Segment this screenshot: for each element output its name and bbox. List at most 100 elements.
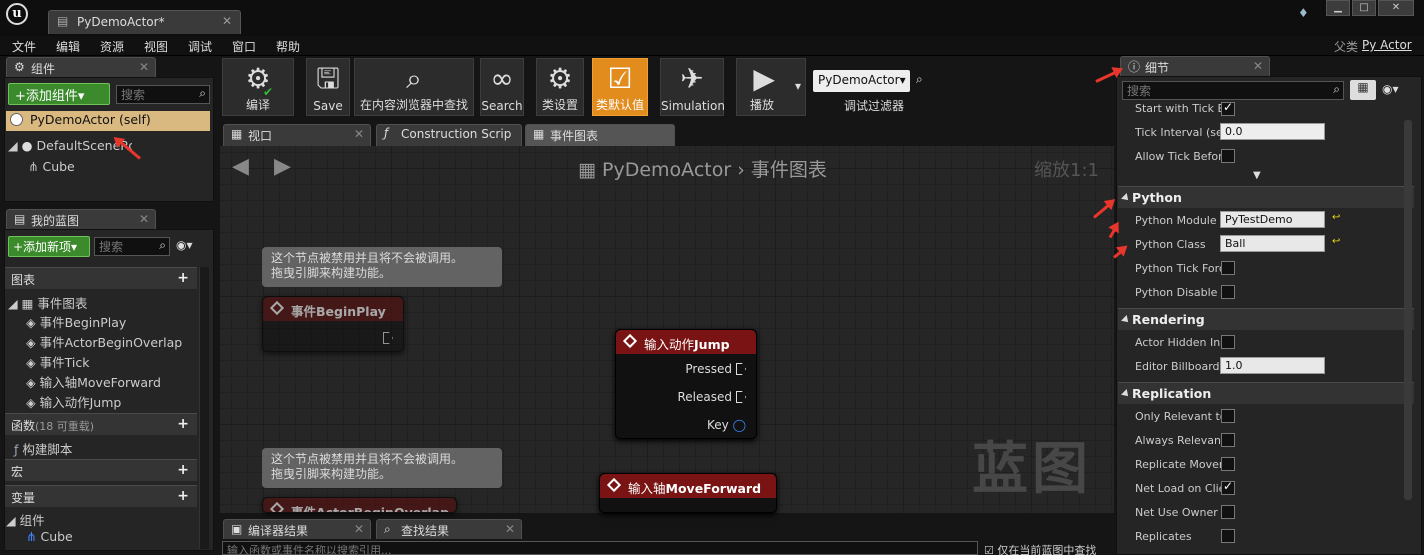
source-control-icon[interactable]: ♦: [1298, 6, 1309, 20]
document-tab[interactable]: ▤ PyDemoActor* ✕: [48, 10, 241, 34]
debug-object-select[interactable]: PyDemoActor▾: [813, 70, 910, 92]
close-find-icon[interactable]: ✕: [505, 522, 515, 536]
menu-help[interactable]: 帮助: [276, 38, 300, 55]
advanced-expand-icon[interactable]: ▼: [1253, 170, 1261, 181]
component-self-item[interactable]: PyDemoActor (self): [6, 111, 210, 131]
compile-button[interactable]: ⚙ ✔ 编译: [222, 58, 294, 116]
play-dropdown-icon[interactable]: ▾: [795, 79, 801, 93]
menu-file[interactable]: 文件: [12, 38, 36, 55]
eye-view-options-icon[interactable]: ◉▾: [176, 238, 193, 252]
menu-debug[interactable]: 调试: [188, 38, 212, 55]
add-function-icon[interactable]: +: [177, 416, 189, 432]
python-class-field[interactable]: Ball: [1220, 235, 1325, 252]
expand-arrow-icon[interactable]: ◢: [6, 513, 16, 528]
node-input-action-jump[interactable]: 输入动作Jump Pressed Released Key ◯: [615, 329, 757, 439]
tab-viewport[interactable]: ▦ 视口 ✕: [223, 124, 371, 146]
python-module-field[interactable]: PyTestDemo: [1220, 211, 1325, 228]
parent-class-link[interactable]: Py Actor: [1362, 38, 1412, 52]
blueprint-scrollbar[interactable]: [199, 267, 209, 549]
close-window-button[interactable]: ✕: [1378, 0, 1414, 16]
forward-arrow-icon[interactable]: ▶: [274, 154, 291, 179]
node-input-axis-moveforward[interactable]: 输入轴MoveForward: [599, 473, 777, 513]
released-pin[interactable]: Released: [677, 390, 746, 404]
close-tab-icon[interactable]: ✕: [222, 14, 232, 28]
browse-button[interactable]: ⌕ 在内容浏览器中查找: [354, 58, 474, 116]
macros-header[interactable]: 宏 +: [5, 459, 197, 481]
reset-default-icon[interactable]: ↩: [1332, 236, 1340, 247]
rendering-section-header[interactable]: Rendering: [1118, 308, 1414, 330]
event-item[interactable]: ◈ 输入轴MoveForward: [26, 373, 182, 393]
python-disable-autotick-checkbox[interactable]: [1221, 285, 1235, 299]
search-button[interactable]: ∞ Search: [480, 58, 524, 116]
node-event-overlap[interactable]: 事件ActorBeginOverlap: [262, 497, 457, 513]
eye-view-options-icon[interactable]: ◉▾: [1382, 82, 1399, 96]
event-item[interactable]: ◈ 事件Tick: [26, 353, 182, 373]
play-button[interactable]: ▶ ▾ 播放: [736, 58, 806, 116]
details-tab[interactable]: ⓘ 细节 ✕: [1120, 56, 1270, 76]
functions-header[interactable]: 函数(18 可重载) +: [5, 413, 197, 435]
tick-before-beginplay-checkbox[interactable]: [1221, 149, 1235, 163]
replicates-checkbox[interactable]: [1221, 529, 1235, 543]
tab-event-graph[interactable]: ▦ 事件图表: [525, 124, 675, 146]
components-tab[interactable]: ⚙ 组件 ✕: [6, 57, 156, 77]
add-variable-icon[interactable]: +: [177, 488, 189, 504]
only-relevant-owner-checkbox[interactable]: [1221, 409, 1235, 423]
close-my-blueprint-icon[interactable]: ✕: [139, 212, 149, 226]
maximize-button[interactable]: □: [1352, 0, 1376, 16]
close-components-icon[interactable]: ✕: [139, 60, 149, 74]
menu-window[interactable]: 窗口: [232, 38, 256, 55]
class-defaults-button[interactable]: ☑ 类默认值: [592, 58, 648, 116]
menu-view[interactable]: 视图: [144, 38, 168, 55]
variables-header[interactable]: 变量 +: [5, 485, 197, 507]
class-settings-button[interactable]: ⚙ 类设置: [536, 58, 584, 116]
exec-out-pin[interactable]: [379, 331, 393, 345]
details-scrollbar[interactable]: [1404, 120, 1412, 500]
add-graph-icon[interactable]: +: [177, 270, 189, 286]
node-event-beginplay[interactable]: 事件BeginPlay: [262, 296, 404, 352]
components-search-input[interactable]: 搜索 ⌕: [116, 85, 210, 104]
tab-compiler-results[interactable]: ▣ 编译器结果 ✕: [223, 519, 371, 539]
event-item[interactable]: ◈ 输入动作Jump: [26, 393, 182, 413]
minimize-button[interactable]: ▁: [1326, 0, 1350, 16]
net-load-client-checkbox[interactable]: ✓: [1221, 479, 1235, 495]
expand-arrow-icon[interactable]: ◢: [8, 296, 18, 311]
find-current-only-checkbox[interactable]: ☑ 仅在当前蓝图中查找: [984, 542, 1114, 555]
blueprint-search-input[interactable]: 搜索 ⌕: [94, 237, 170, 256]
simulation-button[interactable]: ✈ Simulation: [660, 58, 725, 116]
replication-section-header[interactable]: Replication: [1118, 382, 1414, 404]
billboard-scale-field[interactable]: 1.0: [1220, 357, 1325, 374]
debug-search-icon[interactable]: ⌕: [916, 72, 923, 87]
components-category[interactable]: ◢ 组件: [6, 510, 45, 529]
actor-hidden-checkbox[interactable]: [1221, 335, 1235, 349]
add-macro-icon[interactable]: +: [177, 462, 189, 478]
pressed-pin[interactable]: Pressed: [685, 362, 746, 376]
tick-enabled-checkbox[interactable]: ✓: [1221, 100, 1235, 116]
python-tick-force-checkbox[interactable]: [1221, 261, 1235, 275]
save-button[interactable]: 🖫 Save: [306, 58, 350, 116]
event-graph-item[interactable]: ◢ ▦ 事件图表: [8, 293, 87, 312]
menu-edit[interactable]: 编辑: [56, 38, 80, 55]
breadcrumb-class[interactable]: PyDemoActor: [602, 159, 731, 181]
tick-interval-field[interactable]: 0.0: [1220, 123, 1325, 140]
reset-default-icon[interactable]: ↩: [1332, 212, 1340, 223]
tab-find-results[interactable]: ⌕ 查找结果 ✕: [376, 519, 522, 539]
replicate-movement-checkbox[interactable]: [1221, 457, 1235, 471]
net-use-owner-checkbox[interactable]: [1221, 505, 1235, 519]
tab-construction-script[interactable]: ƒ Construction Scrip: [376, 124, 522, 146]
event-item[interactable]: ◈ 事件BeginPlay: [26, 313, 182, 333]
disabled-comment-1[interactable]: 这个节点被禁用并且将不会被调用。 拖曳引脚来构建功能。: [262, 247, 502, 287]
always-relevant-checkbox[interactable]: [1221, 433, 1235, 447]
close-compiler-icon[interactable]: ✕: [354, 522, 364, 536]
back-arrow-icon[interactable]: ◀: [232, 154, 249, 179]
add-component-button[interactable]: +添加组件▾: [8, 83, 110, 105]
event-item[interactable]: ◈ 事件ActorBeginOverlap: [26, 333, 182, 353]
close-details-icon[interactable]: ✕: [1253, 59, 1263, 73]
find-references-input[interactable]: 输入函数或事件名称以搜索引用...: [222, 541, 978, 555]
add-new-button[interactable]: +添加新项▾: [8, 236, 90, 257]
key-pin[interactable]: Key ◯: [707, 418, 746, 432]
graphs-header[interactable]: 图表 +: [5, 267, 197, 289]
expand-arrow-icon[interactable]: ◢: [8, 138, 18, 153]
construction-script-item[interactable]: ƒ 构建脚本: [14, 439, 72, 458]
component-cube-item[interactable]: ⋔ Cube: [28, 159, 75, 174]
variable-cube-item[interactable]: ⋔ Cube: [26, 529, 73, 544]
